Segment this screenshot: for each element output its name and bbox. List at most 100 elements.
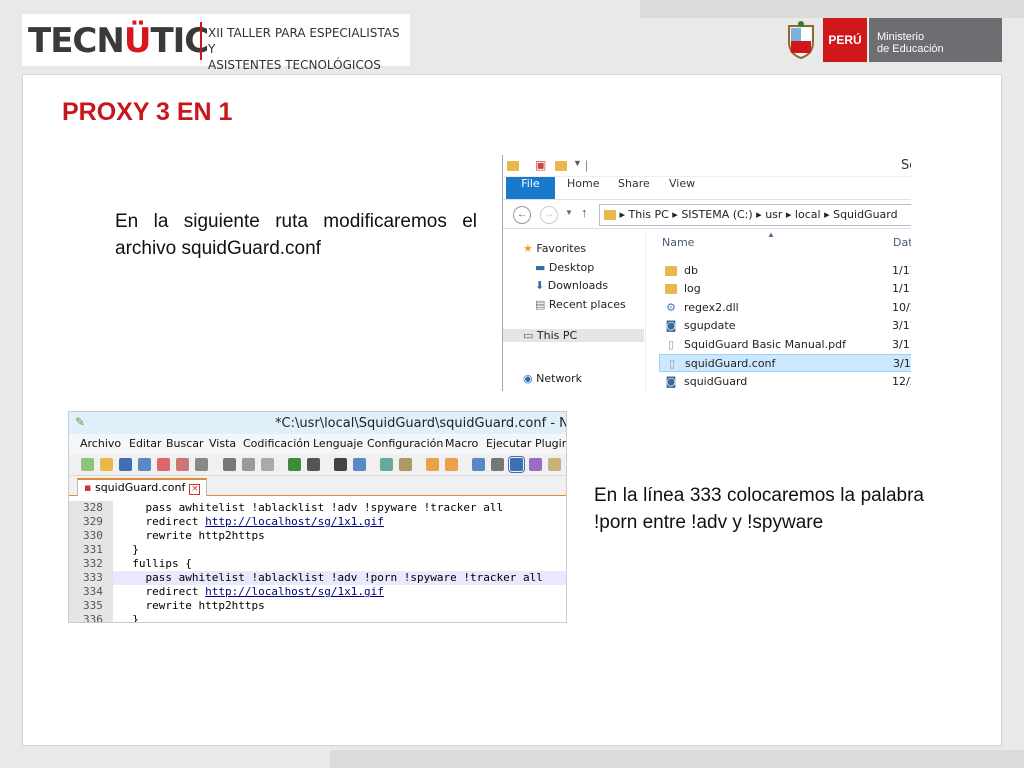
line-number: 330 [69,529,113,543]
menu-lenguaje[interactable]: Lenguaje [313,437,363,450]
menu-codificacion[interactable]: Codificación [243,437,310,450]
indent-guide-icon[interactable] [508,456,525,473]
tecnotic-logo: TECNÜTIC [28,21,209,61]
zoom-in-icon[interactable] [380,458,393,471]
cut-icon[interactable] [223,458,236,471]
back-arrow-icon[interactable]: ← [513,206,531,224]
code-text: pass awhitelist !ablacklist !adv !porn !… [119,571,543,584]
code-line[interactable]: 329 redirect http://localhost/sg/1x1.gif [69,515,566,529]
properties-icon[interactable]: ▣ [535,158,546,172]
network-icon: ◉ [523,372,533,385]
tab-file[interactable]: File [506,177,555,199]
column-header-date[interactable]: Date [893,236,911,249]
save-icon[interactable] [119,458,132,471]
save-all-icon[interactable] [138,458,151,471]
file-row[interactable]: log1/17 [659,280,911,298]
new-folder-icon[interactable] [555,158,567,172]
undo-icon[interactable] [288,458,301,471]
code-editor[interactable]: 328 pass awhitelist !ablacklist !adv !sp… [69,501,566,622]
show-all-characters-icon[interactable] [491,458,504,471]
menu-macro[interactable]: Macro [445,437,478,450]
code-line[interactable]: 333 pass awhitelist !ablacklist !adv !po… [69,571,566,585]
code-line[interactable]: 332 fullips { [69,557,566,571]
forward-arrow-icon[interactable]: → [540,206,558,224]
sync-vertical-icon[interactable] [426,458,439,471]
line-number: 331 [69,543,113,557]
recent-locations-icon[interactable]: ▼ [565,208,573,217]
close-icon[interactable] [157,458,170,471]
code-line[interactable]: 334 redirect http://localhost/sg/1x1.gif [69,585,566,599]
file-row-selected[interactable]: ▯squidGuard.conf3/17 [659,354,911,372]
code-line[interactable]: 330 rewrite http2https [69,529,566,543]
nav-network[interactable]: ◉ Network [523,372,582,385]
slide-header: TECNÜTIC XII TALLER PARA ESPECIALISTAS Y… [0,0,1024,88]
computer-icon: ▭ [523,329,534,342]
close-all-icon[interactable] [176,458,189,471]
open-file-icon[interactable] [100,458,113,471]
country-label: PERÚ [823,18,867,62]
address-path[interactable]: ▸ This PC ▸ SISTEMA (C:) ▸ usr ▸ local ▸… [599,204,911,226]
redo-icon[interactable] [307,458,320,471]
tab-home[interactable]: Home [567,177,599,199]
up-arrow-icon[interactable]: ↑ [581,205,588,220]
code-url-link[interactable]: http://localhost/sg/1x1.gif [205,515,384,528]
code-text: pass awhitelist !ablacklist !adv !spywar… [119,501,504,514]
folder-icon[interactable] [507,158,519,172]
code-line[interactable]: 331 } [69,543,566,557]
language-icon[interactable] [529,458,542,471]
line-number: 336 [69,613,113,622]
tab-share[interactable]: Share [618,177,650,199]
print-icon[interactable] [195,458,208,471]
code-url-link[interactable]: http://localhost/sg/1x1.gif [205,585,384,598]
nav-favorites[interactable]: ★ Favorites [523,242,586,255]
code-line[interactable]: 335 rewrite http2https [69,599,566,613]
new-file-icon[interactable] [81,458,94,471]
file-row[interactable]: ⚙regex2.dll10/2 [659,299,911,317]
zoom-out-icon[interactable] [399,458,412,471]
code-text: fullips { [119,557,192,570]
menu-buscar[interactable]: Buscar [166,437,204,450]
code-text: redirect http://localhost/sg/1x1.gif [119,515,384,528]
code-line[interactable]: 328 pass awhitelist !ablacklist !adv !sp… [69,501,566,515]
paste-icon[interactable] [261,458,274,471]
copy-icon[interactable] [242,458,255,471]
tab-squidguard-conf[interactable]: ▪ squidGuard.conf × [77,478,208,496]
menu-archivo[interactable]: Archivo [80,437,121,450]
explorer-titlebar: ▣ ▼ | Sq [503,155,911,177]
star-icon: ★ [523,242,533,255]
column-header-name[interactable]: Name [662,236,694,249]
file-row[interactable]: ◙squidGuard12/2 [659,373,911,391]
nav-this-pc[interactable]: ▭ This PC [503,329,644,342]
code-text: rewrite http2https [119,599,265,612]
code-line[interactable]: 336 } [69,613,566,622]
file-row[interactable]: ▯SquidGuard Basic Manual.pdf3/17 [659,336,911,354]
nav-desktop[interactable]: ▬ Desktop [535,261,594,274]
app-icon: ◙ [665,375,677,388]
document-map-icon[interactable] [548,458,561,471]
replace-icon[interactable] [353,458,366,471]
file-row[interactable]: db1/17 [659,262,911,280]
close-tab-icon[interactable]: × [189,484,201,495]
npp-tab-strip: ▪ squidGuard.conf × [69,476,566,496]
word-wrap-icon[interactable] [472,458,485,471]
nav-downloads[interactable]: ⬇ Downloads [535,279,608,292]
menu-plugins[interactable]: Plugins [535,437,566,450]
nav-recent-places[interactable]: ▤ Recent places [535,298,626,311]
menu-vista[interactable]: Vista [209,437,236,450]
sort-arrow-icon: ▲ [767,230,775,239]
menu-editar[interactable]: Editar [129,437,162,450]
npp-titlebar: ✎ *C:\usr\local\SquidGuard\squidGuard.co… [69,412,566,434]
menu-ejecutar[interactable]: Ejecutar [486,437,531,450]
file-row[interactable]: ◙sgupdate3/17 [659,317,911,335]
folder-icon [663,280,679,298]
chevron-down-icon[interactable]: ▼ [573,158,582,168]
find-icon[interactable] [334,458,347,471]
event-logo: TECNÜTIC XII TALLER PARA ESPECIALISTAS Y… [22,14,410,88]
tab-view[interactable]: View [669,177,695,199]
sync-horizontal-icon[interactable] [445,458,458,471]
coat-of-arms-icon [788,21,814,60]
menu-configuracion[interactable]: Configuración [367,437,443,450]
ministry-label: Ministerio de Educación [869,18,1002,62]
npp-menubar: Archivo Editar Buscar Vista Codificación… [69,434,566,454]
folder-icon [604,210,616,220]
